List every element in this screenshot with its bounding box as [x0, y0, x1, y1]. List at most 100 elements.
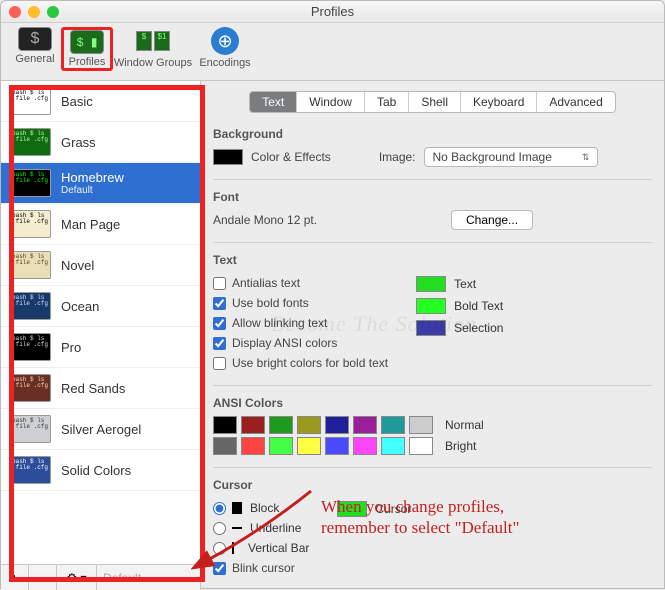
change-font-button[interactable]: Change... — [451, 210, 533, 230]
label: Cursor — [375, 502, 411, 516]
ansi-row-label: Normal — [445, 418, 484, 432]
profile-thumb: bash $ ls .file .cfg — [9, 251, 51, 279]
close-icon[interactable] — [9, 6, 21, 18]
profile-row[interactable]: bash $ ls .file .cfg Pro — [1, 327, 200, 368]
select-value: No Background Image — [433, 150, 552, 164]
tab-window[interactable]: Window — [297, 92, 365, 112]
profile-row[interactable]: bash $ ls .file .cfg Grass — [1, 122, 200, 163]
bold-color-swatch[interactable] — [416, 298, 446, 314]
ansi-swatch[interactable] — [353, 437, 377, 455]
ansi-swatch[interactable] — [241, 437, 265, 455]
profile-row[interactable]: bash $ ls .file .cfg Red Sands — [1, 368, 200, 409]
profile-row[interactable]: bash $ ls .file .cfgHomebrewDefault — [1, 163, 200, 204]
toolbar-window-groups[interactable]: $$1 Window Groups — [113, 27, 193, 69]
gear-button[interactable]: ⚙︎ ▾ — [57, 565, 97, 590]
ansi-swatch[interactable] — [381, 416, 405, 434]
minimize-icon[interactable] — [28, 6, 40, 18]
profile-row[interactable]: bash $ ls .file .cfg Basic — [1, 81, 200, 122]
ansi-swatch[interactable] — [269, 437, 293, 455]
image-select[interactable]: No Background Image ⇅ — [424, 147, 599, 167]
ansi-swatch[interactable] — [409, 416, 433, 434]
remove-button[interactable]: − — [29, 565, 57, 590]
profile-name: Basic — [61, 94, 93, 109]
profile-name: Red Sands — [61, 381, 125, 396]
bright-bold-checkbox[interactable]: Use bright colors for bold text — [213, 356, 388, 370]
profile-name: Novel — [61, 258, 94, 273]
profile-name: Pro — [61, 340, 81, 355]
cursor-vbar-radio[interactable]: Vertical Bar — [213, 541, 309, 555]
ansi-swatch[interactable] — [353, 416, 377, 434]
ansi-swatch[interactable] — [269, 416, 293, 434]
tab-keyboard[interactable]: Keyboard — [461, 92, 537, 112]
profile-row[interactable]: bash $ ls .file .cfg Ocean — [1, 286, 200, 327]
toolbar-label: Encodings — [199, 57, 250, 69]
display-ansi-checkbox[interactable]: Display ANSI colors — [213, 336, 388, 350]
ansi-swatch[interactable] — [241, 416, 265, 434]
ansi-header: ANSI Colors — [213, 396, 652, 410]
globe-icon: ⊕ — [211, 27, 239, 55]
profile-thumb: bash $ ls .file .cfg — [9, 292, 51, 320]
profile-thumb: bash $ ls .file .cfg — [9, 128, 51, 156]
toolbar-label: General — [15, 53, 54, 65]
cursor-color-swatch[interactable] — [337, 501, 367, 517]
toolbar-encodings[interactable]: ⊕ Encodings — [193, 27, 257, 69]
profile-name: Man Page — [61, 217, 120, 232]
toolbar-label: Profiles — [69, 56, 106, 68]
profile-name: Ocean — [61, 299, 99, 314]
ansi-swatch[interactable] — [297, 416, 321, 434]
cursor-underline-radio[interactable]: Underline — [213, 521, 309, 535]
window-title: Profiles — [1, 4, 664, 19]
profile-name: Grass — [61, 135, 96, 150]
selection-color-swatch[interactable] — [416, 320, 446, 336]
default-button[interactable]: Default — [97, 565, 200, 590]
cursor-header: Cursor — [213, 478, 652, 492]
profiles-sidebar: bash $ ls .file .cfgBasicbash $ ls .file… — [1, 81, 201, 590]
text-color-swatch[interactable] — [416, 276, 446, 292]
tab-tab[interactable]: Tab — [365, 92, 409, 112]
bg-color-swatch[interactable] — [213, 149, 243, 165]
profile-row[interactable]: bash $ ls .file .cfgSilver Aerogel — [1, 409, 200, 450]
ansi-swatch[interactable] — [381, 437, 405, 455]
toolbar-profiles[interactable]: $ ▮ Profiles — [61, 27, 113, 71]
toolbar-general[interactable]: $ General — [9, 27, 61, 65]
ansi-swatch[interactable] — [213, 416, 237, 434]
tab-text[interactable]: Text — [250, 92, 297, 112]
tab-shell[interactable]: Shell — [409, 92, 461, 112]
zoom-icon[interactable] — [47, 6, 59, 18]
groups-icon: $$1 — [133, 27, 173, 55]
ansi-swatch[interactable] — [297, 437, 321, 455]
ansi-row-label: Bright — [445, 439, 476, 453]
label: Selection — [454, 321, 503, 335]
blink-text-checkbox[interactable]: Allow blinking text — [213, 316, 388, 330]
profile-name: Homebrew — [61, 170, 124, 185]
profile-row[interactable]: bash $ ls .file .cfg Novel — [1, 245, 200, 286]
bold-fonts-checkbox[interactable]: Use bold fonts — [213, 296, 388, 310]
ansi-swatch[interactable] — [325, 437, 349, 455]
background-header: Background — [213, 127, 652, 141]
profile-row[interactable]: bash $ ls .file .cfg Solid Colors — [1, 450, 200, 491]
toolbar-label: Window Groups — [114, 57, 192, 69]
text-header: Text — [213, 253, 652, 267]
antialias-checkbox[interactable]: Antialias text — [213, 276, 388, 290]
ansi-swatch[interactable] — [409, 437, 433, 455]
profile-thumb: bash $ ls .file .cfg — [9, 210, 51, 238]
profile-thumb: bash $ ls .file .cfg — [9, 87, 51, 115]
font-header: Font — [213, 190, 652, 204]
settings-tabs: TextWindowTabShellKeyboardAdvanced — [249, 91, 616, 113]
profile-thumb: bash $ ls .file .cfg — [9, 374, 51, 402]
ansi-swatch[interactable] — [213, 437, 237, 455]
ansi-swatch[interactable] — [325, 416, 349, 434]
profile-row[interactable]: bash $ ls .file .cfg Man Page — [1, 204, 200, 245]
chevron-updown-icon: ⇅ — [582, 152, 590, 163]
terminal-icon: $ ▮ — [70, 30, 104, 54]
cursor-block-radio[interactable]: Block — [213, 501, 309, 515]
blink-cursor-checkbox[interactable]: Blink cursor — [213, 561, 309, 575]
titlebar: Profiles — [1, 1, 664, 23]
profile-thumb: bash $ ls .file .cfg — [9, 333, 51, 361]
font-value: Andale Mono 12 pt. — [213, 213, 443, 227]
tab-advanced[interactable]: Advanced — [537, 92, 614, 112]
add-button[interactable]: + — [1, 565, 29, 590]
profile-name: Solid Colors — [61, 463, 131, 478]
profile-thumb: bash $ ls .file .cfg — [9, 456, 51, 484]
profile-subtitle: Default — [61, 185, 124, 196]
